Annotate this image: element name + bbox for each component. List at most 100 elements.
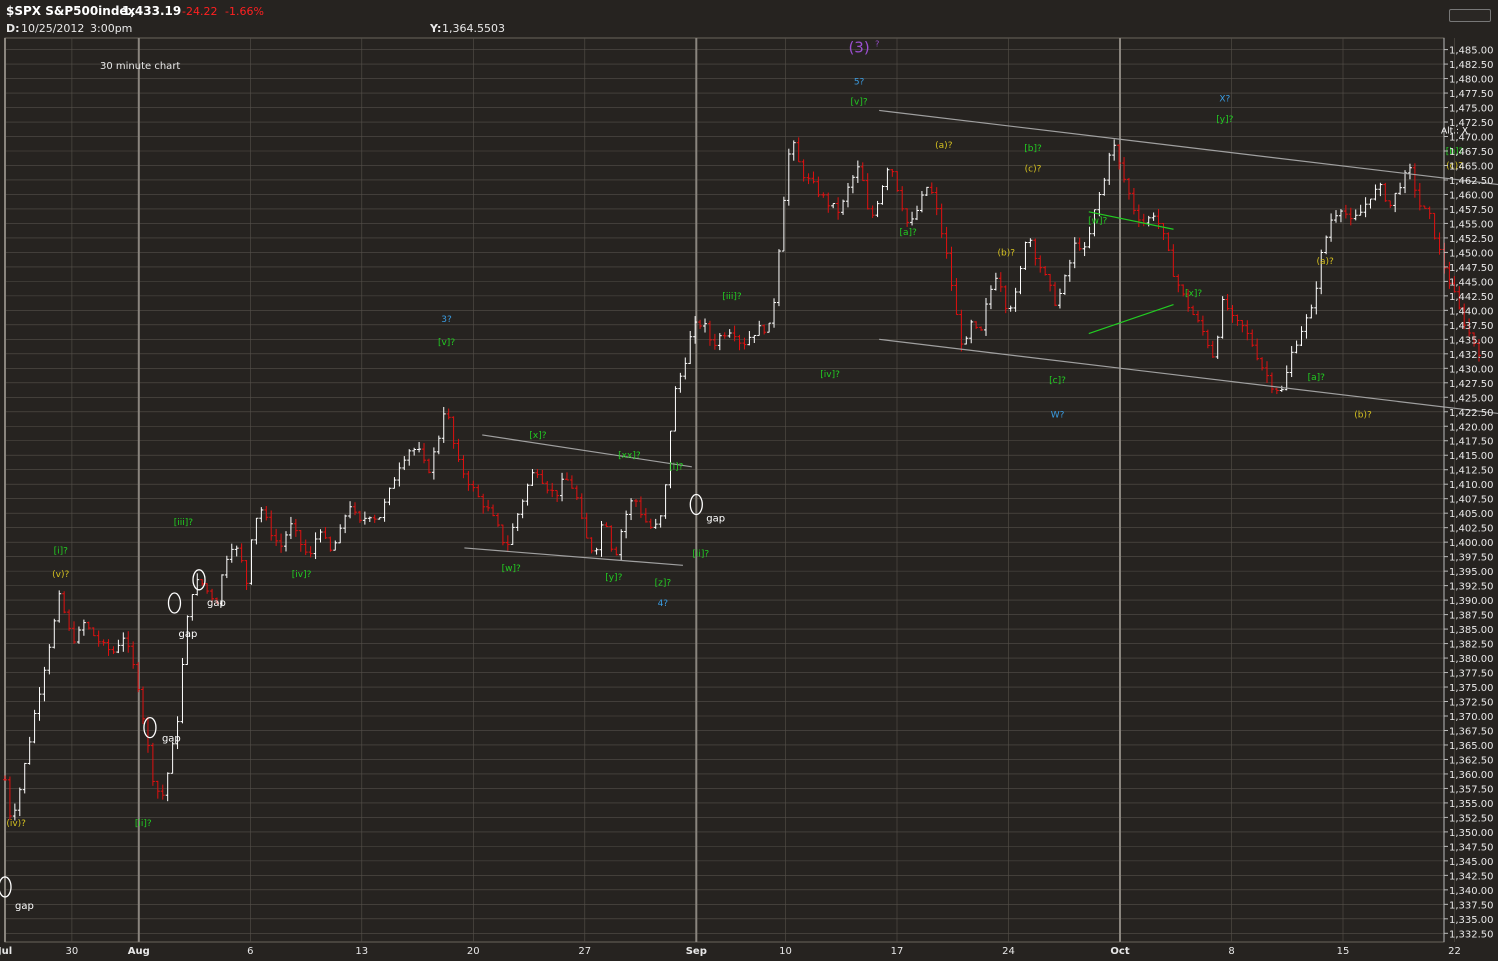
- grid: [4, 37, 1455, 943]
- wave-labels: gap gap gap gap gap (iv)? [i]? (v)? [ii]? [iii]? […: [0, 38, 1468, 912]
- y-tick-label: 1,445.00: [1449, 277, 1494, 288]
- y-tick-label: 1,342.50: [1449, 871, 1494, 882]
- y-tick-label: 1,467.50: [1449, 147, 1494, 158]
- y-tick-label: 1,347.50: [1449, 842, 1494, 853]
- wave-label: [w]?: [502, 564, 521, 574]
- x-tick-label: Sep: [686, 946, 707, 957]
- x-tick-label: 20: [467, 946, 480, 957]
- x-tick-label: 15: [1337, 946, 1350, 957]
- y-tick-label: 1,365.00: [1449, 741, 1494, 752]
- wave-label: (b)?: [998, 248, 1016, 258]
- wave-label: [iii]?: [722, 292, 742, 302]
- gap-label: gap: [178, 629, 197, 640]
- y-tick-label: 1,367.50: [1449, 726, 1494, 737]
- y-tick-label: 1,440.00: [1449, 306, 1494, 317]
- y-tick-label: 1,480.00: [1449, 75, 1494, 86]
- wave-label: [ii]?: [692, 550, 709, 560]
- y-tick-label: 1,447.50: [1449, 263, 1494, 274]
- y-tick-label: 1,400.00: [1449, 538, 1494, 549]
- wave-label: X?: [1219, 95, 1230, 105]
- x-tick-label: 6: [247, 946, 253, 957]
- x-tick-label: 13: [355, 946, 368, 957]
- wave-label: W?: [1051, 411, 1065, 421]
- wave-label: (iv)?: [6, 819, 26, 829]
- y-tick-label: 1,370.00: [1449, 712, 1494, 723]
- y-tick-label: 1,352.50: [1449, 813, 1494, 824]
- y-tick-label: 1,387.50: [1449, 611, 1494, 622]
- y-tick-label: 1,407.50: [1449, 495, 1494, 506]
- wave-label: 5?: [854, 77, 865, 87]
- price-bars: [3, 137, 1481, 821]
- wave-label-suffix: ?: [875, 39, 879, 48]
- y-tick-label: 1,362.50: [1449, 755, 1494, 766]
- x-tick-label: 24: [1002, 946, 1015, 957]
- x-tick-label: 17: [891, 946, 904, 957]
- y-tick-label: 1,382.50: [1449, 640, 1494, 651]
- y-tick-label: 1,442.50: [1449, 292, 1494, 303]
- wave-label: [y]?: [605, 573, 622, 583]
- y-tick-label: 1,345.00: [1449, 857, 1494, 868]
- y-tick-label: 1,417.50: [1449, 437, 1494, 448]
- gap-label: gap: [706, 513, 725, 524]
- y-tick-label: 1,410.00: [1449, 480, 1494, 491]
- gap-label: gap: [15, 901, 34, 912]
- y-tick-label: 1,437.50: [1449, 321, 1494, 332]
- y-tick-label: 1,372.50: [1449, 698, 1494, 709]
- wave-label: [iii]?: [174, 518, 194, 528]
- y-tick-label: 1,465.00: [1449, 161, 1494, 172]
- y-tick-label: 1,412.50: [1449, 466, 1494, 477]
- y-tick-label: 1,355.00: [1449, 799, 1494, 810]
- price-chart[interactable]: gap gap gap gap gap (iv)? [i]? (v)? [ii]? [iii]? […: [0, 0, 1498, 961]
- x-tick-label: 8: [1228, 946, 1234, 957]
- x-tick-label: Aug: [128, 946, 150, 957]
- wave-label: [w]?: [1088, 216, 1107, 226]
- y-tick-label: 1,380.00: [1449, 654, 1494, 665]
- wave-label: [i]?: [669, 463, 684, 473]
- y-tick-label: 1,427.50: [1449, 379, 1494, 390]
- x-tick-label: 10: [779, 946, 792, 957]
- y-tick-label: 1,472.50: [1449, 118, 1494, 129]
- y-tick-label: 1,455.00: [1449, 219, 1494, 230]
- y-tick-label: 1,337.50: [1449, 900, 1494, 911]
- wave-label: 3?: [441, 315, 452, 325]
- y-tick-label: 1,375.00: [1449, 683, 1494, 694]
- x-tick-label: 22: [1448, 946, 1461, 957]
- axes: 1,485.00 1,482.50 1,480.00 1,477.50 1,475.00…: [0, 38, 1494, 957]
- wave-label: [iv]?: [820, 370, 840, 380]
- x-tick-label: Jul: [0, 946, 12, 957]
- y-tick-label: 1,430.00: [1449, 364, 1494, 375]
- y-tick-label: 1,357.50: [1449, 784, 1494, 795]
- y-tick-label: 1,395.00: [1449, 567, 1494, 578]
- wave-label: [xx]?: [618, 451, 641, 461]
- plot-frame: [4, 37, 1445, 943]
- y-tick-label: 1,432.50: [1449, 350, 1494, 361]
- channel-trendline: [879, 338, 1498, 415]
- y-tick-label: 1,360.00: [1449, 770, 1494, 781]
- wave-label: [a]?: [1308, 373, 1326, 383]
- y-tick-label: 1,392.50: [1449, 582, 1494, 593]
- wave-label: [ii]?: [135, 819, 152, 829]
- y-tick-label: 1,450.00: [1449, 248, 1494, 259]
- wave-label: [b]?: [1024, 144, 1042, 154]
- wave-label: (c)?: [1025, 164, 1042, 174]
- chart-title: 30 minute chart: [100, 61, 180, 72]
- wave-label: [a]?: [899, 228, 917, 238]
- y-tick-label: 1,425.00: [1449, 393, 1494, 404]
- y-tick-label: 1,470.00: [1449, 133, 1494, 144]
- gap-marker: [143, 716, 157, 739]
- wave-label: [i]?: [54, 547, 69, 557]
- gap-label: gap: [162, 734, 181, 745]
- wave-label: (3): [848, 38, 869, 56]
- y-tick-label: 1,420.00: [1449, 422, 1494, 433]
- y-tick-label: 1,485.00: [1449, 46, 1494, 57]
- y-tick-label: 1,390.00: [1449, 596, 1494, 607]
- wave-label: [x]?: [1185, 289, 1202, 299]
- y-tick-label: 1,350.00: [1449, 828, 1494, 839]
- y-tick-label: 1,340.00: [1449, 886, 1494, 897]
- wave-label: (a)?: [935, 141, 953, 151]
- y-tick-label: 1,332.50: [1449, 929, 1494, 940]
- wave-label: (a)?: [1316, 257, 1334, 267]
- y-tick-label: 1,460.00: [1449, 190, 1494, 201]
- y-tick-label: 1,452.50: [1449, 234, 1494, 245]
- y-tick-label: 1,462.50: [1449, 176, 1494, 187]
